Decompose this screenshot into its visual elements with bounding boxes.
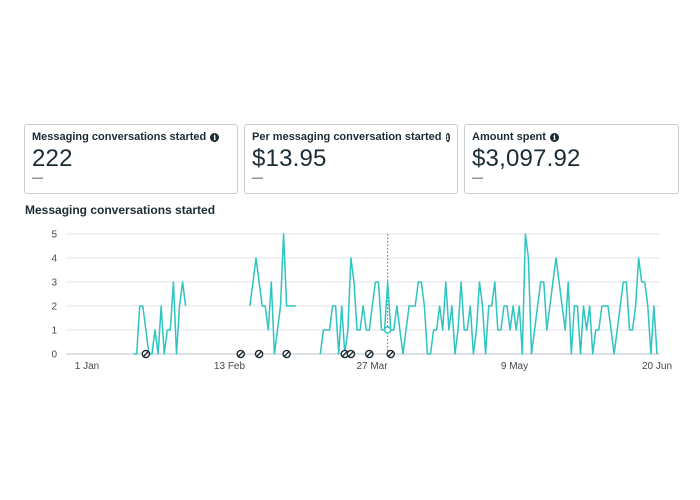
event-marker-icon[interactable] <box>282 349 291 359</box>
x-tick-label: 13 Feb <box>214 361 246 372</box>
event-marker-icon[interactable] <box>386 349 396 359</box>
y-tick-label: 1 <box>51 326 57 337</box>
y-tick-label: 3 <box>51 278 57 289</box>
event-marker-icon[interactable] <box>254 349 264 359</box>
x-tick-label: 20 Jun <box>642 361 672 372</box>
event-marker-icon[interactable] <box>346 349 356 359</box>
y-tick-label: 0 <box>51 350 57 361</box>
y-tick-label: 2 <box>51 302 57 313</box>
series-line <box>133 281 187 355</box>
x-tick-label: 27 Mar <box>356 361 388 372</box>
line-chart[interactable]: 0 1 2 3 4 5 1 Jan 13 Feb 27 Mar 9 May 20 Jun <box>0 0 700 500</box>
y-tick-label: 4 <box>51 254 57 265</box>
x-tick-label: 9 May <box>501 361 528 372</box>
x-tick-label: 1 Jan <box>75 361 99 372</box>
event-marker-icon[interactable] <box>236 349 246 359</box>
reporting-page: Messaging conversations started i 222 — … <box>0 0 700 500</box>
series-line <box>319 233 658 355</box>
hover-point <box>383 326 392 334</box>
event-marker-icon[interactable] <box>364 349 374 359</box>
event-marker-icon[interactable] <box>141 349 151 359</box>
y-tick-label: 5 <box>51 230 57 241</box>
series-line <box>249 233 296 355</box>
